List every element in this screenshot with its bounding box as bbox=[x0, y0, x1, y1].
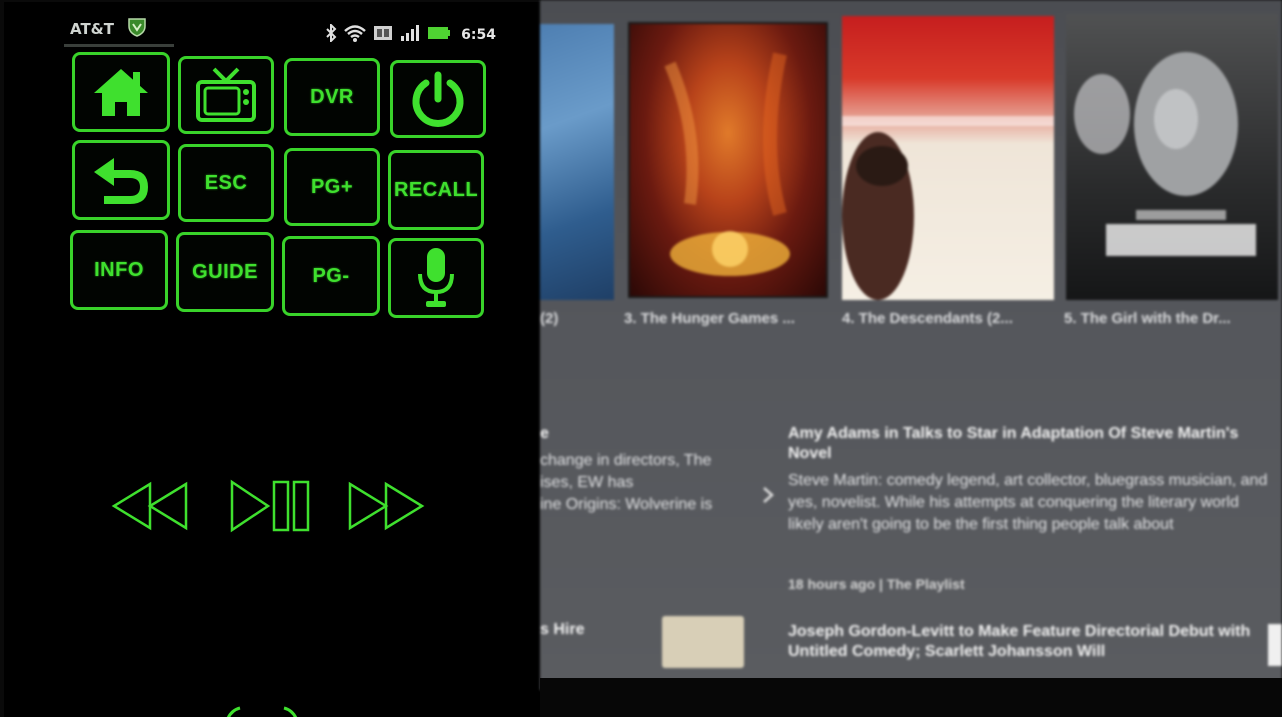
poster-caption-3[interactable]: 3. The Hunger Games ... bbox=[624, 310, 834, 327]
tv-screen: (2) 3. The Hunger Games ... 4. The Desce… bbox=[540, 0, 1282, 690]
tv-icon bbox=[194, 67, 258, 123]
play-pause-icon[interactable] bbox=[228, 478, 316, 534]
carrier-label: AT&T bbox=[70, 20, 114, 38]
power-button[interactable] bbox=[390, 60, 486, 138]
poster-caption-5[interactable]: 5. The Girl with the Dr... bbox=[1064, 310, 1278, 327]
info-button[interactable]: INFO bbox=[70, 230, 168, 310]
bottom-hint-icon bbox=[226, 706, 298, 717]
page-down-button[interactable]: PG- bbox=[282, 236, 380, 316]
left-news-title[interactable]: e bbox=[540, 424, 549, 444]
poster-caption-4[interactable]: 4. The Descendants (2... bbox=[842, 310, 1054, 327]
left-news-line-1: change in directors, The bbox=[540, 452, 712, 469]
left-news-line-2: ises, EW has bbox=[540, 474, 634, 491]
recall-button[interactable]: RECALL bbox=[388, 150, 484, 230]
bluetooth-icon bbox=[325, 22, 337, 46]
poster-girl-dragon-tattoo[interactable] bbox=[1066, 14, 1278, 300]
wifi-icon bbox=[343, 24, 367, 46]
right-news-meta: 18 hours ago | The Playlist bbox=[788, 576, 965, 592]
back-button[interactable] bbox=[72, 140, 170, 220]
signal-icon bbox=[399, 24, 421, 46]
right-news-title[interactable]: Amy Adams in Talks to Star in Adaptation… bbox=[788, 424, 1272, 464]
bottom-left-fragment[interactable]: s Hire bbox=[540, 620, 584, 640]
page-up-button[interactable]: PG+ bbox=[284, 148, 380, 226]
tv-button[interactable] bbox=[178, 56, 274, 134]
tv-bezel bbox=[540, 678, 1282, 717]
news-thumbnail[interactable] bbox=[662, 616, 744, 668]
phone-remote-app: AT&T 6:54 DVR ESC PG+ RECALL INFO GUIDE … bbox=[4, 2, 540, 717]
rewind-icon[interactable] bbox=[110, 478, 192, 534]
chevron-right-icon[interactable] bbox=[762, 486, 774, 504]
status-bar: AT&T 6:54 bbox=[64, 10, 496, 48]
guide-button[interactable]: GUIDE bbox=[176, 232, 274, 312]
poster-caption-partial: (2) bbox=[540, 310, 559, 327]
edge-fragment bbox=[1268, 624, 1282, 666]
right-news-body: Steve Martin: comedy legend, art collect… bbox=[788, 472, 1268, 533]
home-icon bbox=[90, 66, 152, 118]
back-arrow-icon bbox=[90, 154, 152, 206]
poster-descendants[interactable] bbox=[842, 16, 1054, 300]
shield-icon bbox=[126, 16, 148, 42]
bottom-news-title[interactable]: Joseph Gordon-Levitt to Make Feature Dir… bbox=[788, 622, 1258, 662]
status-icons: 6:54 bbox=[325, 22, 496, 46]
esc-button[interactable]: ESC bbox=[178, 144, 274, 222]
poster-hunger-games[interactable] bbox=[628, 22, 828, 298]
left-news-line-3: ine Origins: Wolverine is bbox=[540, 496, 713, 513]
status-underline bbox=[64, 44, 174, 47]
poster-partial[interactable] bbox=[540, 24, 614, 300]
clock: 6:54 bbox=[461, 27, 496, 43]
fast-forward-icon[interactable] bbox=[346, 478, 428, 534]
transport-controls bbox=[110, 478, 430, 538]
dvr-button[interactable]: DVR bbox=[284, 58, 380, 136]
battery-icon bbox=[427, 25, 451, 45]
home-button[interactable] bbox=[72, 52, 170, 132]
voice-button[interactable] bbox=[388, 238, 484, 318]
microphone-icon bbox=[414, 246, 458, 310]
power-icon bbox=[408, 69, 468, 129]
network-4g-icon bbox=[373, 24, 393, 46]
